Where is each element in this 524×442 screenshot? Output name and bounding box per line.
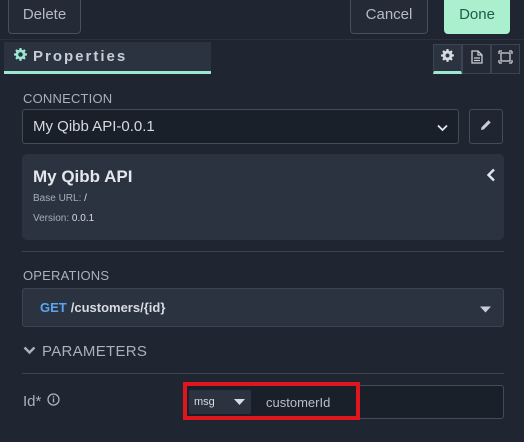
connection-select-value: My Qibb API-0.0.1 bbox=[33, 118, 155, 135]
tab-description[interactable] bbox=[462, 44, 491, 74]
divider bbox=[22, 251, 504, 252]
base-url-label: Base URL: bbox=[33, 193, 82, 204]
operation-path: /customers/{id} bbox=[70, 300, 166, 315]
dialog-toolbar: Delete Cancel Done bbox=[0, 0, 524, 40]
gear-icon bbox=[441, 49, 454, 67]
delete-button[interactable]: Delete bbox=[8, 0, 81, 34]
param-id-label-row: Id* bbox=[23, 393, 61, 410]
operations-section-label: OPERATIONS bbox=[23, 268, 110, 283]
operation-select[interactable]: GET /customers/{id} bbox=[22, 288, 504, 327]
caret-down-icon bbox=[234, 396, 245, 408]
connection-select[interactable]: My Qibb API-0.0.1 bbox=[22, 109, 459, 144]
caret-down-icon bbox=[480, 300, 491, 315]
done-button[interactable]: Done bbox=[444, 0, 510, 34]
edit-connection-button[interactable] bbox=[469, 109, 503, 144]
tab-properties-label: Properties bbox=[33, 48, 128, 65]
tab-appearance[interactable] bbox=[491, 44, 520, 74]
info-icon[interactable] bbox=[47, 393, 61, 410]
pencil-icon bbox=[480, 118, 492, 136]
api-info-card: My Qibb API Base URL: / Version: 0.0.1 bbox=[22, 154, 504, 240]
param-id-type-value: msg bbox=[194, 396, 215, 408]
document-icon bbox=[470, 49, 483, 69]
param-id-typed-input[interactable]: msg customerId bbox=[183, 385, 504, 419]
cancel-button[interactable]: Cancel bbox=[350, 0, 428, 34]
param-id-type-select[interactable]: msg bbox=[189, 390, 251, 414]
tab-settings[interactable] bbox=[433, 44, 462, 74]
chevron-down-icon bbox=[23, 342, 36, 360]
version-row: Version: 0.0.1 bbox=[33, 213, 94, 224]
base-url-value: / bbox=[84, 193, 87, 204]
api-title: My Qibb API bbox=[33, 167, 133, 186]
side-tab-icons bbox=[433, 44, 520, 74]
chevron-down-icon bbox=[437, 118, 448, 135]
operation-method: GET bbox=[40, 300, 67, 315]
version-value: 0.0.1 bbox=[71, 213, 95, 224]
layout-icon bbox=[498, 49, 513, 69]
param-id-label: Id* bbox=[23, 393, 42, 410]
divider bbox=[22, 373, 504, 374]
connection-section-label: CONNECTION bbox=[23, 91, 113, 106]
gear-icon bbox=[14, 47, 28, 66]
chevron-left-icon[interactable] bbox=[486, 168, 496, 187]
parameters-header[interactable]: PARAMETERS bbox=[23, 342, 147, 360]
tab-properties[interactable]: Properties bbox=[4, 42, 211, 74]
base-url-row: Base URL: / bbox=[33, 193, 87, 204]
parameters-section-label: PARAMETERS bbox=[42, 342, 148, 360]
param-id-value[interactable]: customerId bbox=[266, 395, 330, 410]
version-label: Version: bbox=[33, 213, 70, 224]
